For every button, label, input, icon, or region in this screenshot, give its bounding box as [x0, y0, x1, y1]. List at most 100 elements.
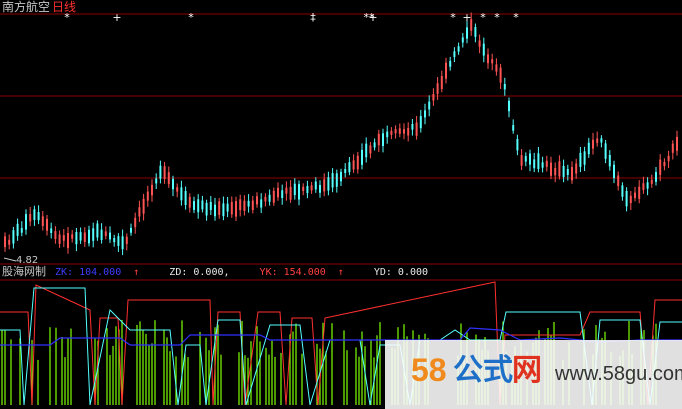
candle-body	[474, 27, 477, 37]
candle-body	[226, 203, 229, 212]
candle-body	[398, 128, 401, 134]
candle-body	[247, 200, 250, 207]
candle-body	[382, 133, 384, 146]
candle-body	[466, 27, 468, 39]
candle-body	[146, 191, 149, 201]
candle-body	[201, 200, 204, 210]
candle-body	[281, 190, 284, 198]
candle-body	[235, 201, 237, 217]
stock-chart-window: * + * ‡ ** + * + * * * 南方航空 日线 4.82 股海网制 ZK: 104.00…	[0, 0, 682, 409]
candle-body	[508, 100, 510, 112]
yk-value: YK: 154.000 ↑	[259, 267, 344, 278]
candle-body	[478, 40, 481, 47]
candle-body	[298, 184, 300, 200]
candle-body	[293, 183, 296, 196]
candle-body	[272, 190, 275, 203]
candle-body	[646, 182, 649, 189]
candle-body	[520, 155, 523, 166]
candle-body	[499, 67, 502, 83]
candle-body	[113, 238, 116, 243]
candle-body	[121, 236, 124, 250]
candle-body	[218, 201, 221, 215]
candle-body	[176, 187, 179, 192]
candle-body	[457, 46, 460, 52]
candle-body	[524, 156, 527, 162]
candle-body	[88, 229, 90, 244]
candle-body	[268, 194, 271, 202]
candle-body	[621, 185, 624, 197]
signal-marker: +	[462, 11, 471, 24]
candle-body	[230, 201, 233, 215]
candle-body	[575, 163, 578, 174]
candle-body	[310, 185, 313, 191]
signal-marker: +	[368, 11, 377, 24]
candle-body	[71, 234, 74, 239]
candle-body	[377, 133, 380, 146]
candle-body	[58, 234, 61, 244]
candle-body	[566, 169, 569, 175]
candle-body	[151, 184, 153, 196]
low-price-pointer	[3, 257, 17, 262]
candle-body	[214, 204, 216, 217]
candle-body	[155, 178, 158, 184]
candle-body	[243, 200, 246, 211]
candle-body	[516, 139, 519, 151]
candle-body	[37, 212, 40, 221]
candle-body	[134, 217, 137, 228]
candle-body	[319, 185, 321, 193]
candle-body	[340, 171, 342, 182]
candle-body	[411, 124, 414, 130]
candle-body	[512, 125, 515, 131]
watermark-gongshi: 公式	[453, 353, 513, 388]
candle-body	[92, 228, 95, 241]
candle-body	[12, 230, 15, 244]
candle-body	[596, 138, 599, 143]
candle-body	[373, 142, 376, 148]
candle-body	[386, 131, 389, 138]
candle-body	[533, 159, 536, 169]
candle-body	[604, 143, 607, 159]
candle-body	[117, 236, 120, 246]
candle-body	[277, 187, 279, 198]
candle-body	[424, 110, 426, 118]
candle-body	[592, 139, 594, 149]
candle-body	[352, 160, 355, 170]
candle-body	[104, 231, 107, 236]
candle-body	[365, 143, 368, 158]
candle-body	[251, 200, 254, 210]
candle-body	[314, 181, 317, 190]
candle-body	[659, 159, 662, 175]
candle-body	[289, 186, 292, 200]
watermark-digits: 58	[411, 352, 447, 388]
signal-marker: *	[494, 11, 500, 24]
candle-body	[449, 60, 452, 67]
candle-body	[8, 239, 11, 245]
candle-body	[403, 129, 405, 134]
signal-marker: *	[450, 11, 456, 24]
candle-body	[327, 177, 330, 191]
candle-body	[167, 172, 170, 185]
candle-body	[20, 228, 23, 233]
stock-name: 南方航空	[2, 0, 51, 14]
candle-body	[579, 152, 582, 167]
candle-body	[62, 235, 65, 241]
candle-body	[529, 153, 531, 165]
candle-body	[663, 161, 666, 167]
candle-body	[445, 62, 447, 79]
candle-body	[193, 201, 195, 210]
candle-body	[159, 165, 162, 179]
candle-body	[671, 143, 674, 153]
candle-body	[125, 236, 128, 244]
candle-body	[436, 83, 439, 94]
candle-body	[428, 101, 431, 110]
zd-value: ZD: 0.000,	[169, 267, 230, 278]
candle-body	[4, 236, 6, 248]
candle-body	[222, 203, 225, 217]
zk-value: ZK: 104.000 ↑	[55, 267, 140, 278]
candle-body	[142, 198, 145, 214]
candle-body	[163, 166, 166, 179]
candle-body	[587, 142, 590, 155]
candle-body	[613, 164, 615, 178]
candle-body	[550, 162, 552, 176]
candle-body	[184, 191, 187, 205]
